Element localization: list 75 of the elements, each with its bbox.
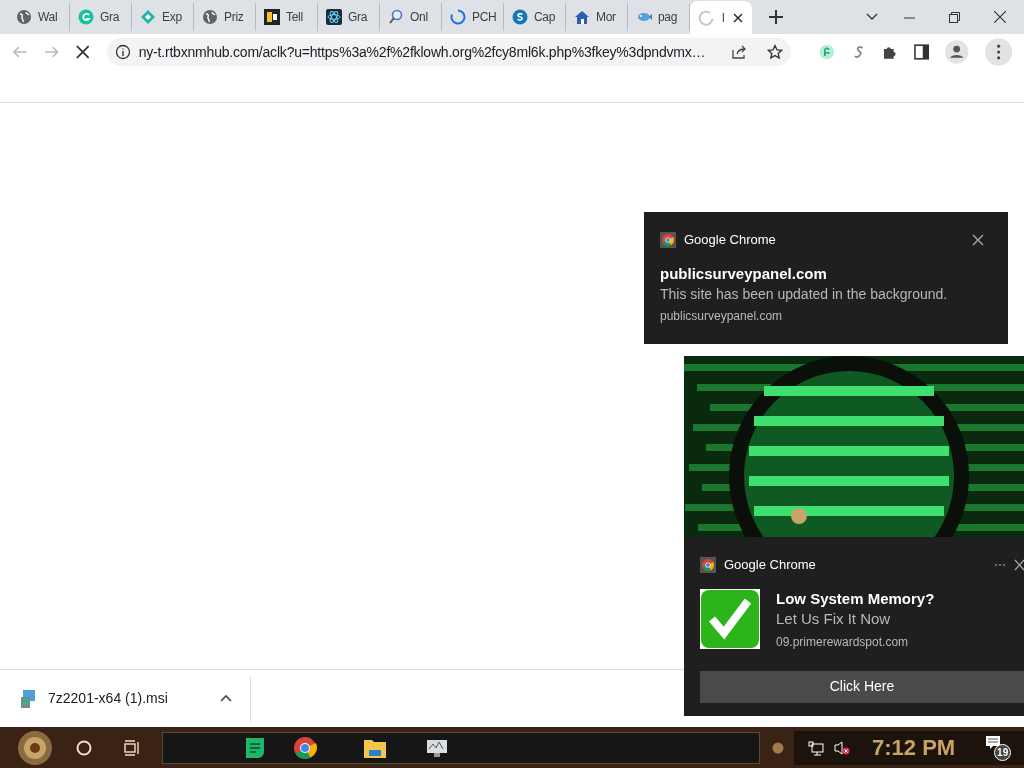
app-name: Google Chrome xyxy=(724,556,816,574)
tab-title: Gra xyxy=(348,9,368,26)
star-icon[interactable] xyxy=(767,44,783,60)
muted-speaker-icon[interactable] xyxy=(834,739,850,756)
notification-title: Low System Memory? xyxy=(776,588,935,609)
download-filename[interactable]: 7z2201-x64 (1).msi xyxy=(48,688,168,709)
close-icon[interactable] xyxy=(972,233,984,246)
close-icon[interactable] xyxy=(1014,558,1024,571)
letter-circle-icon xyxy=(78,9,94,25)
close-icon[interactable] xyxy=(732,12,745,24)
share-icon[interactable] xyxy=(731,44,747,60)
letter-circle-icon xyxy=(512,9,528,25)
house-icon xyxy=(574,9,590,25)
circle-icon[interactable] xyxy=(76,739,92,756)
extension-icon[interactable] xyxy=(819,44,835,60)
profile-icon[interactable] xyxy=(945,40,969,64)
browser-tab[interactable]: Onl xyxy=(380,3,442,31)
app-name: Google Chrome xyxy=(684,231,776,249)
notification-count: 19 xyxy=(994,743,1012,761)
browser-tab[interactable]: Exp xyxy=(132,3,194,31)
network-icon[interactable] xyxy=(808,739,824,756)
browser-tab[interactable]: PCH xyxy=(442,3,504,31)
browser-tab[interactable]: Gra xyxy=(70,3,132,31)
browser-tab[interactable]: Gra xyxy=(318,3,380,31)
ring-icon xyxy=(450,9,466,25)
globe-icon xyxy=(16,9,32,25)
url-text: ny-t.rtbxnmhub.com/aclk?u=https%3a%2f%2fklowh.org%2fcy8ml6k.php%3fkey%3dpndvmx… xyxy=(138,42,706,62)
browser-tab[interactable]: Tell xyxy=(256,3,318,31)
installer-icon xyxy=(20,688,36,709)
notification-message: Let Us Fix It Now xyxy=(776,608,892,629)
new-tab-icon[interactable] xyxy=(768,9,784,25)
chrome-icon[interactable] xyxy=(293,735,317,760)
browser-tab[interactable]: Cap xyxy=(504,3,566,31)
action-button[interactable]: Click Here xyxy=(700,670,1024,703)
tab-title: Cap xyxy=(534,9,556,26)
browser-tab[interactable]: Wal xyxy=(8,3,70,31)
tab-title: Wal xyxy=(38,9,58,26)
address-bar[interactable]: ny-t.rtbxnmhub.com/aclk?u=https%3a%2f%2fklowh.org%2fcy8ml6k.php%3fkey%3dpndvmx… xyxy=(106,38,791,66)
browser-tab[interactable]: Mor xyxy=(566,3,628,31)
side-panel-icon[interactable] xyxy=(913,44,930,60)
tab-title: Tell xyxy=(286,9,303,26)
tab-title: pag xyxy=(658,9,678,26)
globe-icon xyxy=(202,9,218,25)
tab-title: l xyxy=(722,10,725,27)
orb-icon[interactable] xyxy=(772,741,784,754)
more-icon[interactable] xyxy=(994,562,1006,567)
magnifier-icon xyxy=(388,9,404,25)
clock-time[interactable]: 7:12 PM xyxy=(872,731,956,764)
browser-tab[interactable]: l xyxy=(690,1,752,35)
tab-title: Mor xyxy=(596,9,616,26)
tab-title: Gra xyxy=(100,9,120,26)
browser-logo-icon xyxy=(660,231,676,248)
tab-title: PCH xyxy=(472,9,497,26)
notification-message: This site has been updated in the background. xyxy=(660,284,949,304)
browser-logo-icon xyxy=(700,556,716,573)
loading-spinner-icon xyxy=(698,10,714,26)
menu-icon[interactable] xyxy=(984,38,1012,66)
square-logo-icon xyxy=(264,9,280,25)
notification-source: publicsurveypanel.com xyxy=(660,307,784,325)
checkmark-icon xyxy=(700,588,760,649)
tab-title: Onl xyxy=(410,9,428,26)
notification-title: publicsurveypanel.com xyxy=(660,263,828,284)
diamond-icon xyxy=(140,9,156,25)
notification-source: 09.primerewardspot.com xyxy=(776,633,910,651)
info-icon[interactable] xyxy=(114,44,131,60)
tab-title: Exp xyxy=(162,9,182,26)
chat-app-icon[interactable] xyxy=(243,735,267,760)
task-view-icon[interactable] xyxy=(124,739,140,756)
stop-icon[interactable] xyxy=(75,44,91,60)
puzzle-icon[interactable] xyxy=(882,44,898,60)
atom-icon xyxy=(326,9,342,25)
close-icon[interactable] xyxy=(994,11,1006,23)
browser-tab[interactable]: Priz xyxy=(194,3,256,31)
restore-icon[interactable] xyxy=(949,11,960,23)
tab-title: Priz xyxy=(224,9,244,26)
